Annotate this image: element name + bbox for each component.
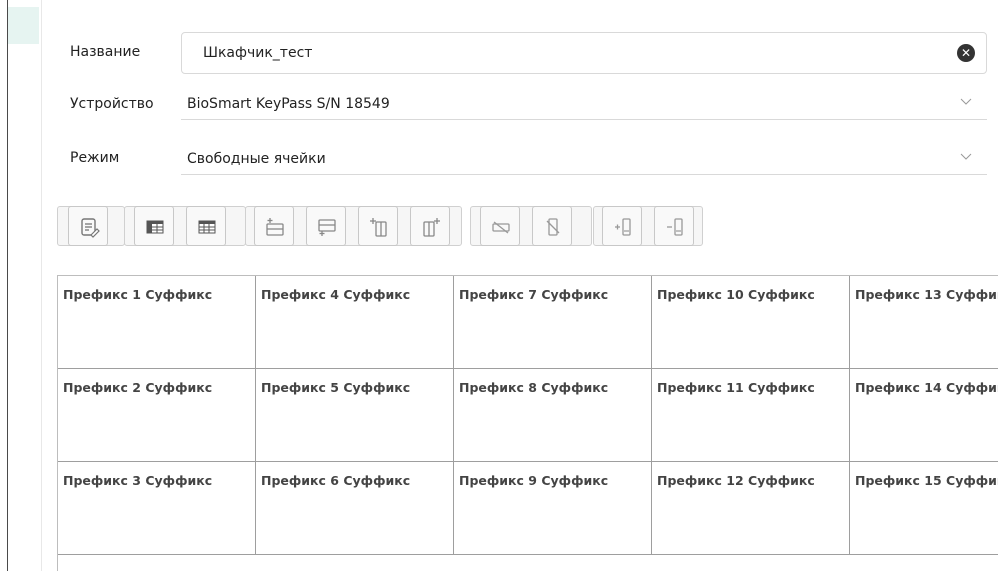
- cell-label: Префикс 15 Суффикс: [855, 473, 998, 488]
- name-input[interactable]: Шкафчик_тест ✕: [181, 32, 987, 74]
- edit-button[interactable]: [68, 206, 108, 246]
- add-column-right-icon: [423, 218, 440, 237]
- add-row-below-button[interactable]: [306, 206, 346, 246]
- add-column-right-button[interactable]: [410, 206, 450, 246]
- locker-cell[interactable]: Префикс 9 Суффикс: [454, 462, 652, 555]
- locker-cell[interactable]: Префикс 12 Суффикс: [652, 462, 850, 555]
- device-value: BioSmart KeyPass S/N 18549: [187, 96, 390, 112]
- cell-label: Префикс 3 Суффикс: [63, 473, 213, 488]
- add-column-left-icon: [370, 218, 387, 237]
- locker-cell[interactable]: Префикс 10 Суффикс: [652, 276, 850, 369]
- locker-cell[interactable]: Префикс 6 Суффикс: [256, 462, 454, 555]
- hide-cell-button[interactable]: [480, 206, 520, 246]
- table-icon: [146, 220, 164, 234]
- cell-label: Префикс 1 Суффикс: [63, 287, 213, 302]
- clear-icon[interactable]: ✕: [957, 44, 975, 62]
- locker-cell[interactable]: Префикс 8 Суффикс: [454, 369, 652, 462]
- remove-cell-button[interactable]: [654, 206, 694, 246]
- add-cell-button[interactable]: [602, 206, 642, 246]
- name-value: Шкафчик_тест: [203, 45, 313, 61]
- table-button[interactable]: [134, 206, 174, 246]
- add-row-below-icon: [318, 219, 336, 236]
- edit-icon: [81, 218, 100, 238]
- cell-label: Префикс 5 Суффикс: [261, 380, 411, 395]
- remove-cell-icon: [667, 218, 683, 236]
- disable-cell-button[interactable]: [532, 206, 572, 246]
- disable-cell-icon: [546, 218, 560, 236]
- locker-cell[interactable]: Префикс 2 Суффикс: [58, 369, 256, 462]
- add-row-above-icon: [266, 218, 284, 236]
- sidebar-accent: [8, 7, 39, 44]
- cell-label: Префикс 13 Суффикс: [855, 287, 998, 302]
- locker-cell[interactable]: Префикс 4 Суффикс: [256, 276, 454, 369]
- locker-cell[interactable]: Префикс 11 Суффикс: [652, 369, 850, 462]
- cell-label: Префикс 7 Суффикс: [459, 287, 609, 302]
- device-label: Устройство: [70, 96, 154, 112]
- add-row-above-button[interactable]: [254, 206, 294, 246]
- cell-label: Префикс 4 Суффикс: [261, 287, 411, 302]
- mode-select[interactable]: Свободные ячейки: [181, 145, 987, 175]
- locker-cell[interactable]: Префикс 15 Суффикс: [850, 462, 998, 555]
- locker-cell[interactable]: Префикс 5 Суффикс: [256, 369, 454, 462]
- cell-label: Префикс 14 Суффикс: [855, 380, 998, 395]
- locker-cell[interactable]: Префикс 13 Суффикс: [850, 276, 998, 369]
- hide-cell-icon: [492, 221, 510, 234]
- table-alt-button[interactable]: [186, 206, 226, 246]
- mode-label: Режим: [70, 150, 120, 166]
- add-column-left-button[interactable]: [358, 206, 398, 246]
- locker-cell[interactable]: Префикс 3 Суффикс: [58, 462, 256, 555]
- cell-label: Префикс 6 Суффикс: [261, 473, 411, 488]
- locker-cell[interactable]: Префикс 14 Суффикс: [850, 369, 998, 462]
- locker-cell[interactable]: Префикс 1 Суффикс: [58, 276, 256, 369]
- cells-grid: Префикс 1 Суффикс Префикс 4 Суффикс Преф…: [57, 275, 998, 571]
- locker-cell[interactable]: Префикс 7 Суффикс: [454, 276, 652, 369]
- sidebar-divider: [41, 0, 42, 571]
- cell-label: Префикс 8 Суффикс: [459, 380, 609, 395]
- window-left-border: [0, 0, 8, 571]
- cell-label: Префикс 11 Суффикс: [657, 380, 815, 395]
- cell-label: Префикс 9 Суффикс: [459, 473, 609, 488]
- name-label: Название: [70, 44, 141, 60]
- chevron-down-icon: [960, 98, 972, 105]
- add-cell-icon: [615, 218, 631, 236]
- cell-label: Префикс 10 Суффикс: [657, 287, 815, 302]
- cell-label: Префикс 12 Суффикс: [657, 473, 815, 488]
- mode-value: Свободные ячейки: [187, 151, 326, 167]
- device-select[interactable]: BioSmart KeyPass S/N 18549: [181, 90, 987, 120]
- table-alt-icon: [198, 220, 216, 234]
- cell-label: Префикс 2 Суффикс: [63, 380, 213, 395]
- chevron-down-icon: [960, 153, 972, 160]
